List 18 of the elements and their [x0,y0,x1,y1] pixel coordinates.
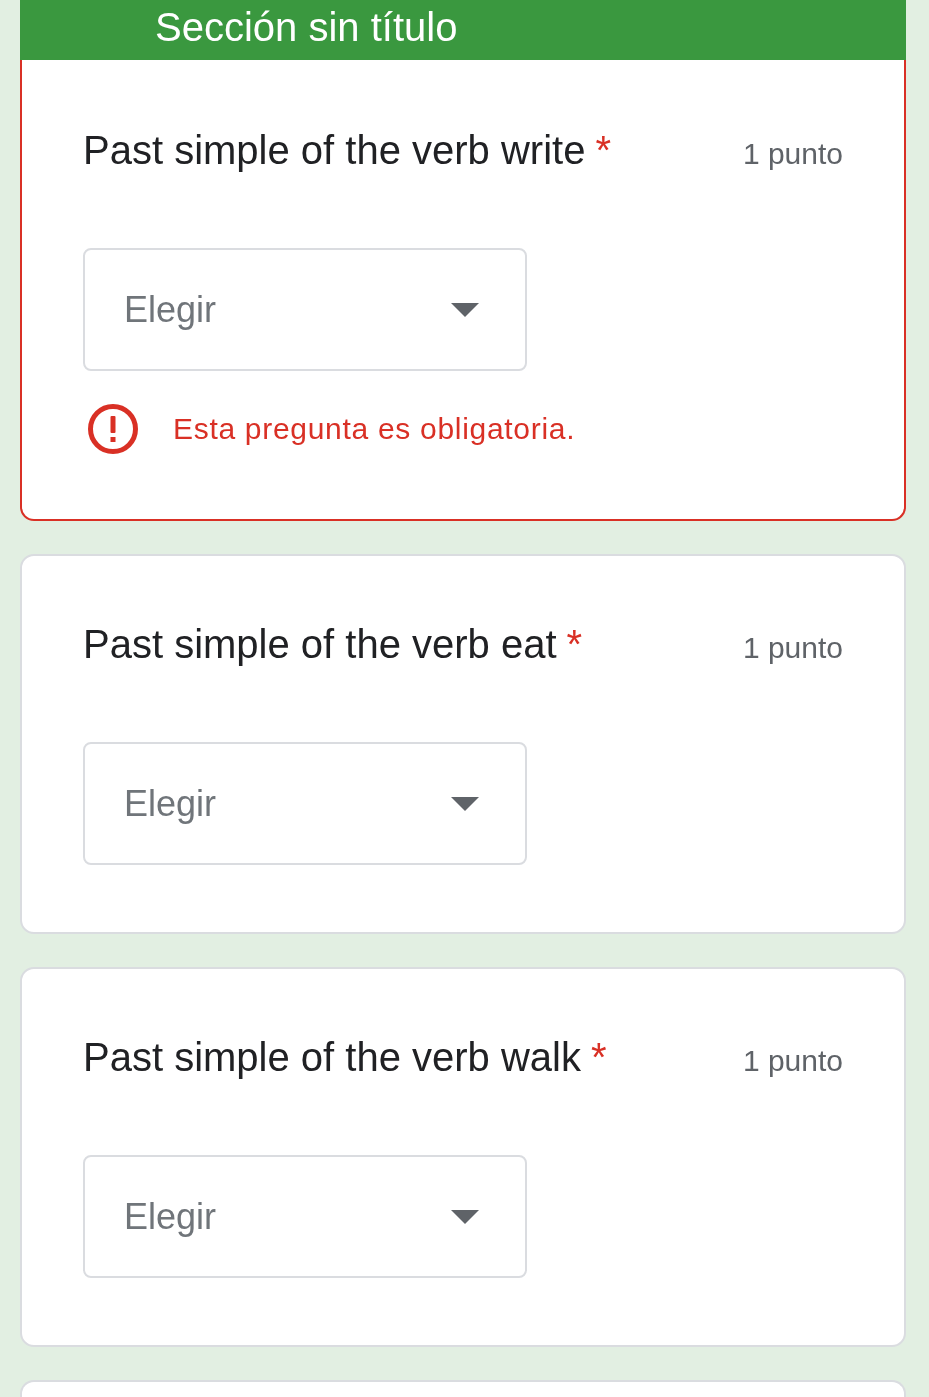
caret-icon [451,302,479,317]
points-label: 1 punto [742,1043,843,1079]
caret-icon [451,796,479,811]
question-title: Past simple of the verb walk [83,1034,581,1081]
exclamation-icon [88,404,138,454]
section-title: Sección sin título [155,4,458,50]
required-mark: * [591,1034,607,1081]
dropdown[interactable]: Elegir [83,248,527,371]
dropdown[interactable]: Elegir [83,742,527,865]
required-mark: * [566,621,583,668]
question-title: Past simple of the verb eat [83,621,557,668]
points-label: 1 punto [742,630,843,666]
points-label: 1 punto [742,136,843,172]
error-message: Esta pregunta es obligatoria. [173,412,576,446]
question-title: Past simple of the verb write [83,127,586,174]
required-mark: * [595,127,611,174]
dropdown[interactable]: Elegir [83,1155,527,1278]
caret-icon [451,1209,479,1224]
